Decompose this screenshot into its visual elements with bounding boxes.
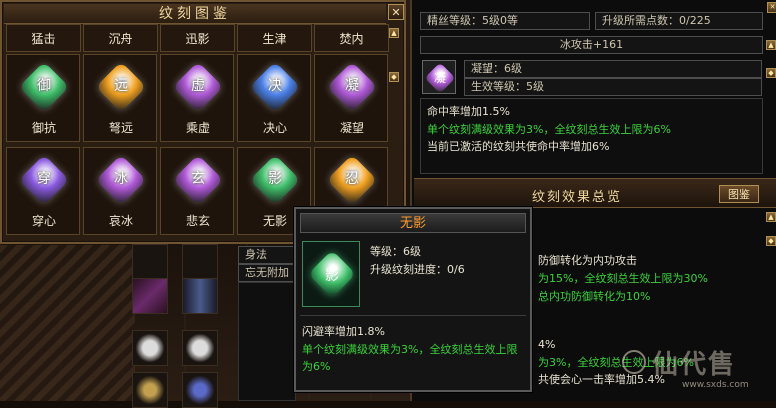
codex-scroll-up-icon[interactable]: ▲ <box>389 28 399 38</box>
desc-line-2: 单个纹刻满级效果为3%，全纹刻总生效上限为6% <box>427 123 671 136</box>
engrave-name-field: 凝望：6级 <box>464 60 762 78</box>
desc-line-3: 当前已激活的纹刻共使命中率增加6% <box>427 140 610 153</box>
inventory-column <box>130 244 230 408</box>
scenery-decoration <box>0 245 135 401</box>
engrave-label: 弩远 <box>108 121 133 135</box>
item-slot[interactable] <box>132 372 168 408</box>
overview-title: 纹刻效果总览 <box>532 190 623 205</box>
engrave-glyph: 凝 <box>345 78 359 94</box>
codex-engrave-cell[interactable]: 猛击 <box>6 24 81 52</box>
engrave-description: 命中率增加1.5% 单个纹刻满级效果为3%，全纹刻总生效上限为6% 当前已激活的… <box>420 98 763 174</box>
panel-close-button[interactable]: ✕ <box>767 2 776 13</box>
codex-engrave-tile[interactable]: 御 御抗 <box>6 54 80 142</box>
codex-close-button[interactable]: ✕ <box>388 4 404 20</box>
codex-engrave-tile[interactable]: 冰 哀冰 <box>83 147 157 235</box>
tooltip-level: 等级：6级 <box>370 245 421 258</box>
watermark-brand: 仙代售 <box>652 350 737 380</box>
scroll-handle[interactable]: ◆ <box>766 68 776 78</box>
item-slot[interactable] <box>132 244 168 280</box>
engrave-glyph: 决 <box>268 78 282 94</box>
codex-engrave-cell[interactable]: 迅影 <box>160 24 235 52</box>
engrave-glyph: 玄 <box>191 171 205 187</box>
engrave-glyph: 凝 <box>433 71 446 85</box>
engrave-label: 乘虚 <box>185 121 210 135</box>
tooltip-cap-line: 单个纹刻满级效果为3%，全纹刻总生效上限为6% <box>302 343 518 373</box>
overview-line-4: 4% <box>538 338 556 351</box>
overview-scroll-up-icon[interactable]: ▲ <box>766 212 776 222</box>
engrave-label: 焚内 <box>339 32 364 46</box>
engrave-label: 迅影 <box>185 32 210 46</box>
engrave-tooltip: 无影 影 等级：6级 升级纹刻进度：0/6 闪避率增加1.8% 单个纹刻满级效果… <box>294 207 532 392</box>
item-slot[interactable] <box>182 372 218 408</box>
engrave-glyph: 影 <box>268 171 282 187</box>
engrave-glyph: 冰 <box>114 171 128 187</box>
desc-line-1: 命中率增加1.5% <box>427 105 510 118</box>
selected-engrave-slot[interactable]: 凝 <box>422 60 456 94</box>
watermark-url: www.sxds.com <box>682 380 749 390</box>
boots-item-icon[interactable] <box>182 278 218 314</box>
stat-list <box>238 282 296 401</box>
engrave-label: 生津 <box>262 32 287 46</box>
engrave-glyph: 御 <box>37 78 51 94</box>
codex-engrave-tile[interactable]: 穿 穿心 <box>6 147 80 235</box>
codex-engrave-cell[interactable]: 焚内 <box>314 24 389 52</box>
effect-level-field: 生效等级：5级 <box>464 78 762 96</box>
engrave-label: 穿心 <box>31 214 56 228</box>
close-icon: ✕ <box>767 2 776 13</box>
ring-item-icon[interactable] <box>132 330 168 366</box>
engrave-label: 御抗 <box>31 121 56 135</box>
engrave-label: 决心 <box>262 121 287 135</box>
stat-field-agility: 身法 <box>238 246 296 264</box>
codex-engrave-tile[interactable]: 虚 乘虚 <box>160 54 234 142</box>
codex-scroll-handle[interactable]: ◆ <box>389 72 399 82</box>
codex-engrave-tile[interactable]: 玄 悲玄 <box>160 147 234 235</box>
engrave-level-field: 精丝等级：5级0等 <box>420 12 590 30</box>
codex-engrave-tile[interactable]: 决 决心 <box>237 54 311 142</box>
engrave-label: 哀冰 <box>108 214 133 228</box>
engrave-glyph: 影 <box>325 268 339 284</box>
overview-scroll-handle[interactable]: ◆ <box>766 236 776 246</box>
codex-engrave-tile[interactable]: 凝 凝望 <box>314 54 388 142</box>
tooltip-progress: 升级纹刻进度：0/6 <box>370 263 465 276</box>
stat-field-bonus: 忘无附加 <box>238 264 296 282</box>
codex-engrave-tile[interactable]: 远 弩远 <box>83 54 157 142</box>
engrave-label: 沉舟 <box>108 32 133 46</box>
ice-attack-field: 冰攻击+161 <box>420 36 763 54</box>
codex-engrave-cell[interactable]: 生津 <box>237 24 312 52</box>
scroll-up-icon[interactable]: ▲ <box>766 40 776 50</box>
overview-line-1: 防御转化为内功攻击 <box>538 254 637 267</box>
divider <box>300 315 526 316</box>
engrave-glyph: 远 <box>114 78 128 94</box>
engrave-glyph: 虚 <box>191 78 205 94</box>
overview-line-3: 总内功防御转化为10% <box>538 290 651 303</box>
tooltip-effect-line: 闪避率增加1.8% <box>302 325 385 338</box>
tooltip-gem-slot: 影 <box>302 241 360 307</box>
codex-engrave-cell[interactable]: 沉舟 <box>83 24 158 52</box>
weapon-item-icon[interactable] <box>132 278 168 314</box>
watermark-logo: 仙代售 <box>622 344 772 384</box>
engrave-glyph: 忍 <box>345 171 359 187</box>
upgrade-points-field: 升级所需点数：0/225 <box>595 12 763 30</box>
overview-line-2: 为15%，全纹刻总生效上限为30% <box>538 272 708 285</box>
engrave-label: 悲玄 <box>185 214 210 228</box>
seal-icon <box>622 350 646 374</box>
codex-button[interactable]: 图鉴 <box>719 185 759 203</box>
tooltip-title: 无影 <box>300 213 526 233</box>
codex-title: 纹刻图鉴 <box>4 4 386 24</box>
engrave-glyph: 穿 <box>37 171 51 187</box>
close-icon: ✕ <box>391 6 401 19</box>
engrave-label: 猛击 <box>31 32 56 46</box>
overview-header: 纹刻效果总览 图鉴 <box>414 178 776 208</box>
engrave-label: 凝望 <box>339 121 364 135</box>
item-slot[interactable] <box>182 244 218 280</box>
ring-item-icon[interactable] <box>182 330 218 366</box>
